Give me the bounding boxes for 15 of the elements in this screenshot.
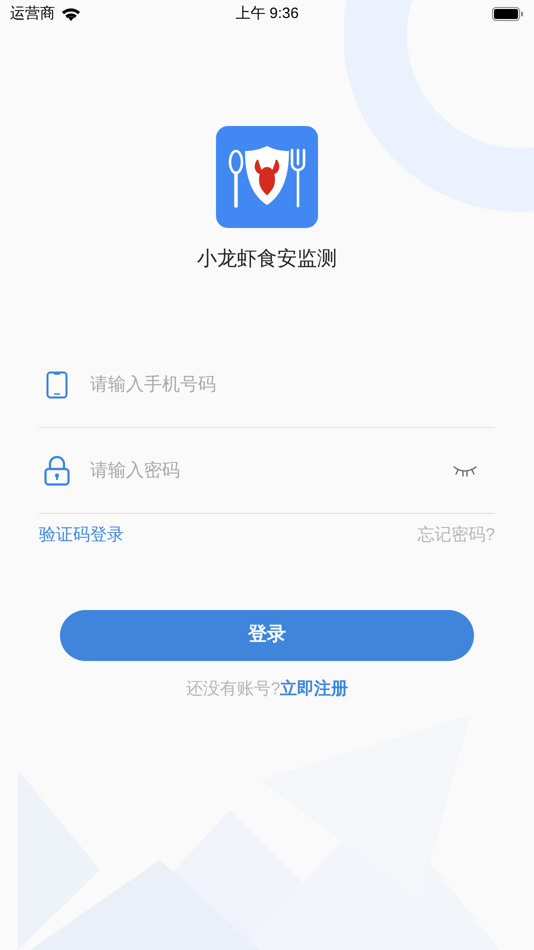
phone-field[interactable]: 请输入手机号码 [90, 371, 495, 398]
app-name: 小龙虾食安监测 [197, 247, 337, 272]
status-time: 上午 9:36 [235, 4, 299, 24]
lock-icon [44, 456, 70, 486]
login-button[interactable]: 登录 [60, 610, 474, 660]
register-prompt: 还没有账号? [186, 678, 280, 700]
phone-icon [46, 370, 68, 398]
battery-icon [492, 7, 524, 21]
wifi-icon [61, 6, 81, 22]
register-link[interactable]: 立即注册 [280, 676, 348, 701]
carrier-name: 运营商 [10, 4, 55, 24]
forgot-password-link[interactable]: 忘记密码? [418, 522, 495, 548]
sms-login-link[interactable]: 验证码登录 [39, 522, 124, 548]
password-field[interactable]: 请输入密码 [90, 457, 453, 484]
closed-eye-icon[interactable] [453, 464, 477, 476]
